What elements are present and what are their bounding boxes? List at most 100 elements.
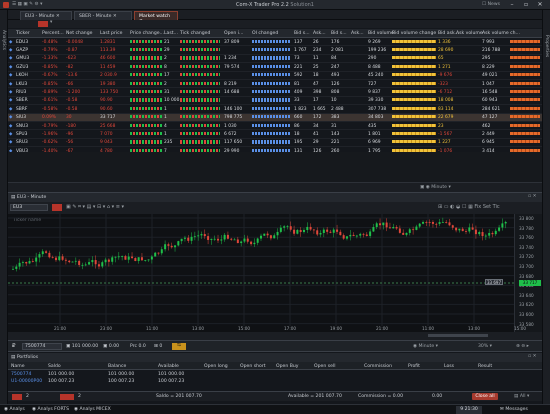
- buy-button[interactable]: ⇆: [172, 343, 186, 350]
- candle[interactable]: [299, 230, 302, 233]
- candle[interactable]: [279, 227, 282, 232]
- candle[interactable]: [504, 222, 507, 224]
- candle[interactable]: [322, 229, 325, 233]
- candle[interactable]: [286, 226, 289, 228]
- status-analys-micex[interactable]: ◉ Analys MICEX: [74, 407, 111, 412]
- candle[interactable]: [88, 262, 91, 265]
- candle[interactable]: [256, 238, 259, 243]
- status-analys[interactable]: ◉ Analys: [4, 407, 25, 412]
- candle[interactable]: [131, 256, 134, 259]
- candle[interactable]: [25, 262, 28, 264]
- portfolio-column-header[interactable]: Profit: [408, 364, 420, 369]
- candle[interactable]: [41, 251, 44, 255]
- candle[interactable]: [91, 260, 94, 263]
- candle[interactable]: [187, 237, 190, 241]
- candle[interactable]: [306, 226, 309, 231]
- portfolio-column-header[interactable]: Loss: [444, 364, 454, 369]
- quantity-field[interactable]: ⊞ 0: [154, 344, 162, 349]
- left-rail[interactable]: Analytics: [0, 10, 8, 406]
- candle[interactable]: [18, 262, 21, 267]
- candle[interactable]: [253, 242, 256, 245]
- candle[interactable]: [336, 229, 339, 232]
- dropdown-icon[interactable]: ▾: [50, 20, 52, 25]
- candle[interactable]: [35, 257, 38, 262]
- candle[interactable]: [207, 236, 210, 240]
- column-header[interactable]: Ask volume: [456, 31, 483, 36]
- portfolio-column-header[interactable]: Available: [158, 364, 179, 369]
- candle[interactable]: [283, 226, 286, 228]
- candle[interactable]: [488, 233, 491, 236]
- candle[interactable]: [210, 238, 213, 240]
- portfolio-column-header[interactable]: Open long: [204, 364, 228, 369]
- candle[interactable]: [309, 226, 312, 230]
- portfolio-row[interactable]: 7500774 101 000.00 101 000.00 101 000.00: [8, 371, 542, 378]
- candle[interactable]: [104, 259, 107, 263]
- price-field[interactable]: Prc 0.0: [130, 344, 146, 349]
- tab-market-watch[interactable]: Market watch ✕: [134, 11, 178, 24]
- candle[interactable]: [223, 234, 226, 240]
- flag-icon[interactable]: [52, 204, 62, 211]
- candle[interactable]: [465, 231, 468, 232]
- portfolio-row[interactable]: U1-00000P00 100 007.23 100 007.23 100 007.2…: [8, 378, 542, 385]
- flag-icon[interactable]: [38, 21, 48, 27]
- portfolio-column-header[interactable]: Name: [11, 364, 25, 369]
- candle[interactable]: [167, 244, 170, 246]
- candle[interactable]: [484, 235, 487, 237]
- account-select[interactable]: 7500774: [22, 343, 62, 350]
- candle[interactable]: [164, 244, 167, 250]
- candle[interactable]: [174, 245, 177, 248]
- portfolio-name[interactable]: 7500774: [11, 372, 31, 377]
- right-rail[interactable]: Properties: [542, 10, 550, 406]
- candle[interactable]: [359, 233, 362, 236]
- candle[interactable]: [273, 235, 276, 239]
- candle[interactable]: [137, 257, 140, 262]
- candle[interactable]: [31, 261, 34, 262]
- portfolio-column-header[interactable]: Saldo: [48, 364, 61, 369]
- table-row[interactable]: ◆ SRU3 -0.62% -56 9 043 235 117 650 195 29 221 6 9…: [8, 139, 542, 148]
- candle[interactable]: [415, 226, 418, 230]
- candle[interactable]: [117, 256, 120, 258]
- tab-eu3[interactable]: EU3 - Minute ✕: [20, 11, 72, 20]
- candle[interactable]: [385, 222, 388, 228]
- candle[interactable]: [458, 228, 461, 231]
- table-row[interactable]: ◆ LKOH -0.67% -13.6 2 030.9 17 592 18 493 45 240 -…: [8, 72, 542, 80]
- chart-right-tools[interactable]: ⊞ ▭ ◐ ◒ ☐ ▦ Fix Set Tic: [438, 204, 500, 210]
- candle[interactable]: [51, 257, 54, 259]
- candle[interactable]: [263, 233, 266, 236]
- minimize-icon[interactable]: –: [506, 1, 518, 9]
- candle[interactable]: [200, 234, 203, 236]
- candle[interactable]: [111, 257, 114, 262]
- candle[interactable]: [71, 261, 74, 263]
- portfolio-column-header[interactable]: Result: [478, 364, 492, 369]
- chart-nav-icons[interactable]: ⊕ ⊖ ▸: [516, 344, 529, 349]
- candle[interactable]: [236, 239, 239, 244]
- candle[interactable]: [61, 256, 64, 260]
- candle[interactable]: [319, 232, 322, 235]
- candle[interactable]: [435, 223, 438, 225]
- candle[interactable]: [289, 226, 292, 230]
- table-row[interactable]: ◆ SNU3 -0.79% -180 25 668 4 1 030 86 34 31 435 23 46…: [8, 122, 542, 131]
- candle[interactable]: [260, 235, 262, 239]
- candle[interactable]: [293, 229, 296, 234]
- candle[interactable]: [220, 239, 223, 241]
- candle[interactable]: [369, 231, 372, 236]
- candle[interactable]: [54, 257, 57, 261]
- column-header[interactable]: Ask...: [313, 31, 326, 36]
- maximize-icon[interactable]: ▫: [520, 1, 532, 9]
- candle[interactable]: [160, 249, 163, 254]
- candle[interactable]: [296, 230, 299, 234]
- candle[interactable]: [375, 223, 378, 228]
- candle[interactable]: [329, 231, 332, 233]
- candle[interactable]: [154, 252, 157, 257]
- menu-icons[interactable]: ☰ ▦ ▣ ✎ ⚙ ▾: [12, 2, 42, 7]
- candle[interactable]: [276, 231, 279, 236]
- candle[interactable]: [498, 227, 501, 231]
- tab-sber[interactable]: SBER - Minute ✕: [74, 11, 132, 20]
- candle[interactable]: [431, 222, 434, 224]
- candle[interactable]: [355, 235, 358, 237]
- candle[interactable]: [121, 256, 124, 257]
- candle[interactable]: [478, 232, 481, 235]
- zoom-level[interactable]: 30% ▾: [478, 344, 492, 349]
- table-row[interactable]: ◆ SIU3 0.09% 30 33 717 1 798 775 660 172 383 34 80…: [8, 113, 542, 122]
- candle[interactable]: [326, 229, 329, 232]
